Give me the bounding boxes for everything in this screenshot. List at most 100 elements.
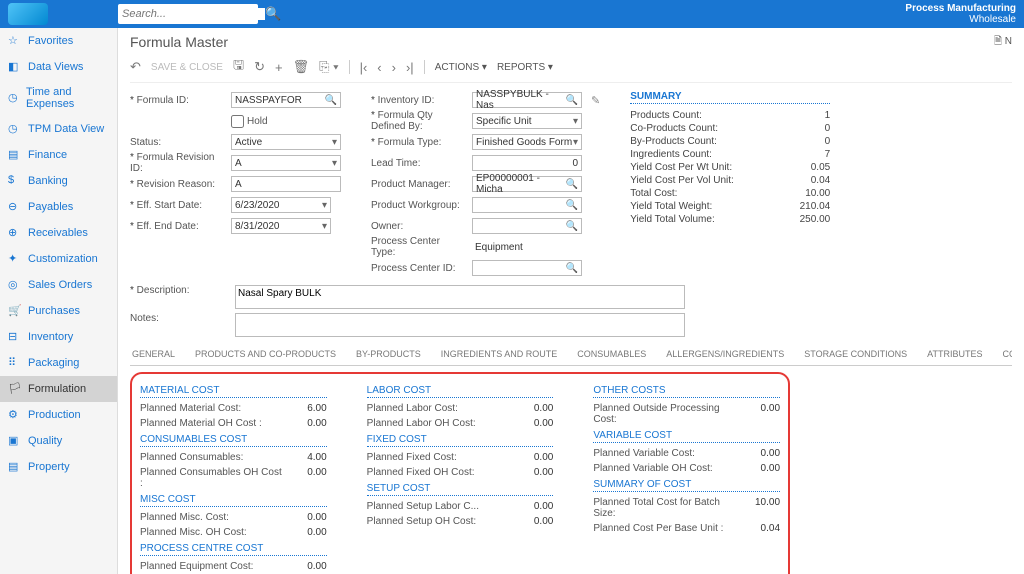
workgroup-input[interactable]: 🔍 [472,197,582,213]
dropdown-icon[interactable]: ▾ [322,221,327,232]
gear-icon: ⚙ [8,408,22,422]
lookup-icon[interactable]: 🔍 [566,221,578,232]
cost-row: Planned Variable Cost:0.00 [593,446,780,461]
notes-label: Notes: [130,313,225,337]
search-icon[interactable]: 🔍 [265,6,281,22]
reports-dropdown[interactable]: REPORTS ▾ [497,62,553,73]
flask-icon: 🏳 [8,382,22,396]
revision-id-label: Formula Revision ID: [130,152,225,174]
eff-end-input[interactable]: 8/31/2020▾ [231,218,331,234]
sidebar-item-purchases[interactable]: 🛒Purchases [0,298,117,324]
star-icon: ☆ [8,34,22,48]
sidebar-item-property[interactable]: ▤Property [0,454,117,480]
qty-defined-input[interactable]: Specific Unit▾ [472,113,582,129]
summary-row: Products Count:1 [630,109,830,122]
formula-type-input[interactable]: Finished Goods Form▾ [472,134,582,150]
tab-general[interactable]: GENERAL [130,345,177,365]
doc-icon: ▤ [8,148,22,162]
product-mgr-input[interactable]: EP00000001 - Micha🔍 [472,176,582,192]
dropdown-icon[interactable]: ▾ [332,137,337,148]
desc-area: Description: Notes: [130,285,1012,337]
revision-id-input[interactable]: A▾ [231,155,341,171]
status-input[interactable]: Active▾ [231,134,341,150]
clock-icon: ◷ [8,122,22,136]
eff-start-input[interactable]: 6/23/2020▾ [231,197,331,213]
tab-costing[interactable]: COSTING [1001,345,1013,365]
pencil-icon[interactable]: ✎ [591,94,600,107]
sidebar-item-sales[interactable]: ◎Sales Orders [0,272,117,298]
form-col1: Formula ID:NASSPAYFOR🔍 Hold Status:Activ… [130,91,341,277]
summary-row: Yield Cost Per Vol Unit:0.04 [630,174,830,187]
lookup-icon[interactable]: 🔍 [325,95,337,106]
cost-row: Planned Variable OH Cost:0.00 [593,461,780,476]
lead-time-input[interactable]: 0 [472,155,582,171]
main: 🗎 N Formula Master ↶ SAVE & CLOSE 🖫 ↻ + … [118,28,1024,574]
first-icon[interactable]: |‹ [360,60,368,75]
dropdown-icon[interactable]: ▾ [573,116,578,127]
tab-storage-conditions[interactable]: STORAGE CONDITIONS [802,345,909,365]
revision-reason-input[interactable]: A [231,176,341,192]
process-id-input[interactable]: 🔍 [472,260,582,276]
search-input[interactable] [122,8,265,20]
copy-icon[interactable]: ⎘ ▾ [319,59,338,75]
grid-icon: ⠿ [8,356,22,370]
sidebar-item-production[interactable]: ⚙Production [0,402,117,428]
dollar-icon: $ [8,174,22,188]
sidebar-item-data-views[interactable]: ◧Data Views [0,54,117,80]
sidebar-item-time[interactable]: ◷Time and Expenses [0,80,117,116]
eff-start-label: Eff. Start Date: [130,200,225,211]
page-title: Formula Master [130,34,1012,50]
tab-ingredients-and-route[interactable]: INGREDIENTS AND ROUTE [439,345,560,365]
cost-section-title: SETUP COST [367,483,554,496]
sidebar-item-favorites[interactable]: ☆Favorites [0,28,117,54]
lookup-icon[interactable]: 🔍 [566,95,578,106]
sidebar-item-quality[interactable]: ▣Quality [0,428,117,454]
notes-textarea[interactable] [235,313,685,337]
save-icon[interactable]: 🖫 [233,56,244,78]
inventory-id-input[interactable]: NASSPYBULK - Nas🔍 [472,92,582,108]
tab-allergens-ingredients[interactable]: ALLERGENS/INGREDIENTS [664,345,786,365]
user-area[interactable]: Process Manufacturing Wholesale [905,3,1016,25]
delete-icon[interactable]: 🗑 [293,59,310,75]
tab-by-products[interactable]: BY-PRODUCTS [354,345,423,365]
logo [8,0,118,28]
sidebar-item-customization[interactable]: ✦Customization [0,246,117,272]
desc-textarea[interactable] [235,285,685,309]
actions-dropdown[interactable]: ACTIONS ▾ [435,62,487,73]
back-icon[interactable]: ↶ [130,59,141,75]
revision-reason-label: Revision Reason: [130,179,225,190]
search-box[interactable]: 🔍 [118,4,258,24]
next-icon[interactable]: › [392,60,396,75]
save-close-button[interactable]: SAVE & CLOSE [151,62,223,73]
process-type-input[interactable]: Equipment [472,239,582,255]
lookup-icon[interactable]: 🔍 [566,200,578,211]
eff-end-label: Eff. End Date: [130,221,225,232]
dropdown-icon[interactable]: ▾ [332,158,337,169]
cost-row: Planned Labor Cost:0.00 [367,401,554,416]
add-icon[interactable]: + [275,60,283,75]
tab-attributes[interactable]: ATTRIBUTES [925,345,984,365]
hold-checkbox[interactable]: Hold [231,115,268,128]
lookup-icon[interactable]: 🔍 [566,263,578,274]
sidebar-item-formulation[interactable]: 🏳Formulation [0,376,117,402]
tab-products-and-co-products[interactable]: PRODUCTS AND CO-PRODUCTS [193,345,338,365]
badge-icon: ▣ [8,434,22,448]
sidebar-item-payables[interactable]: ⊖Payables [0,194,117,220]
owner-input[interactable]: 🔍 [472,218,582,234]
lookup-icon[interactable]: 🔍 [566,179,578,190]
tab-consumables[interactable]: CONSUMABLES [575,345,648,365]
dropdown-icon[interactable]: ▾ [322,200,327,211]
sidebar-item-finance[interactable]: ▤Finance [0,142,117,168]
last-icon[interactable]: ›| [406,60,414,75]
sidebar-item-banking[interactable]: $Banking [0,168,117,194]
sidebar-item-inventory[interactable]: ⊟Inventory [0,324,117,350]
sidebar-item-receivables[interactable]: ⊕Receivables [0,220,117,246]
refresh-icon[interactable]: ↻ [254,59,265,75]
formula-id-input[interactable]: NASSPAYFOR🔍 [231,92,341,108]
prev-icon[interactable]: ‹ [377,60,381,75]
dropdown-icon[interactable]: ▾ [573,137,578,148]
new-button[interactable]: 🗎 N [994,34,1012,51]
sidebar-item-packaging[interactable]: ⠿Packaging [0,350,117,376]
sidebar-item-tpm[interactable]: ◷TPM Data View [0,116,117,142]
cost-row: Planned Outside Processing Cost:0.00 [593,401,780,427]
